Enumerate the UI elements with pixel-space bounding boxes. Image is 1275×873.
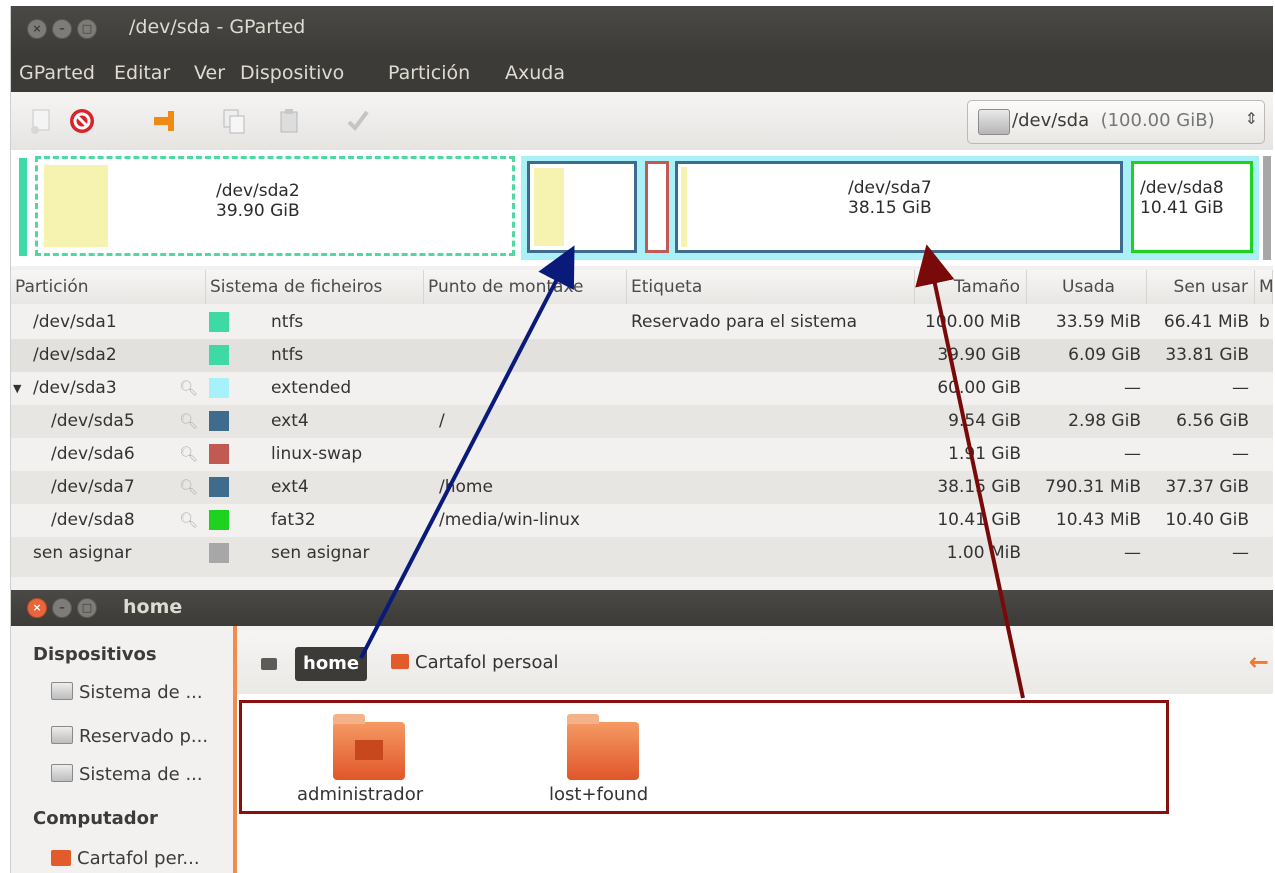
annotation-arrows	[359, 244, 1025, 699]
screenshot: × – □ /dev/sda - GParted GParted Editar …	[10, 6, 1273, 873]
red-arrow	[915, 244, 1025, 699]
blue-arrow	[359, 245, 575, 659]
